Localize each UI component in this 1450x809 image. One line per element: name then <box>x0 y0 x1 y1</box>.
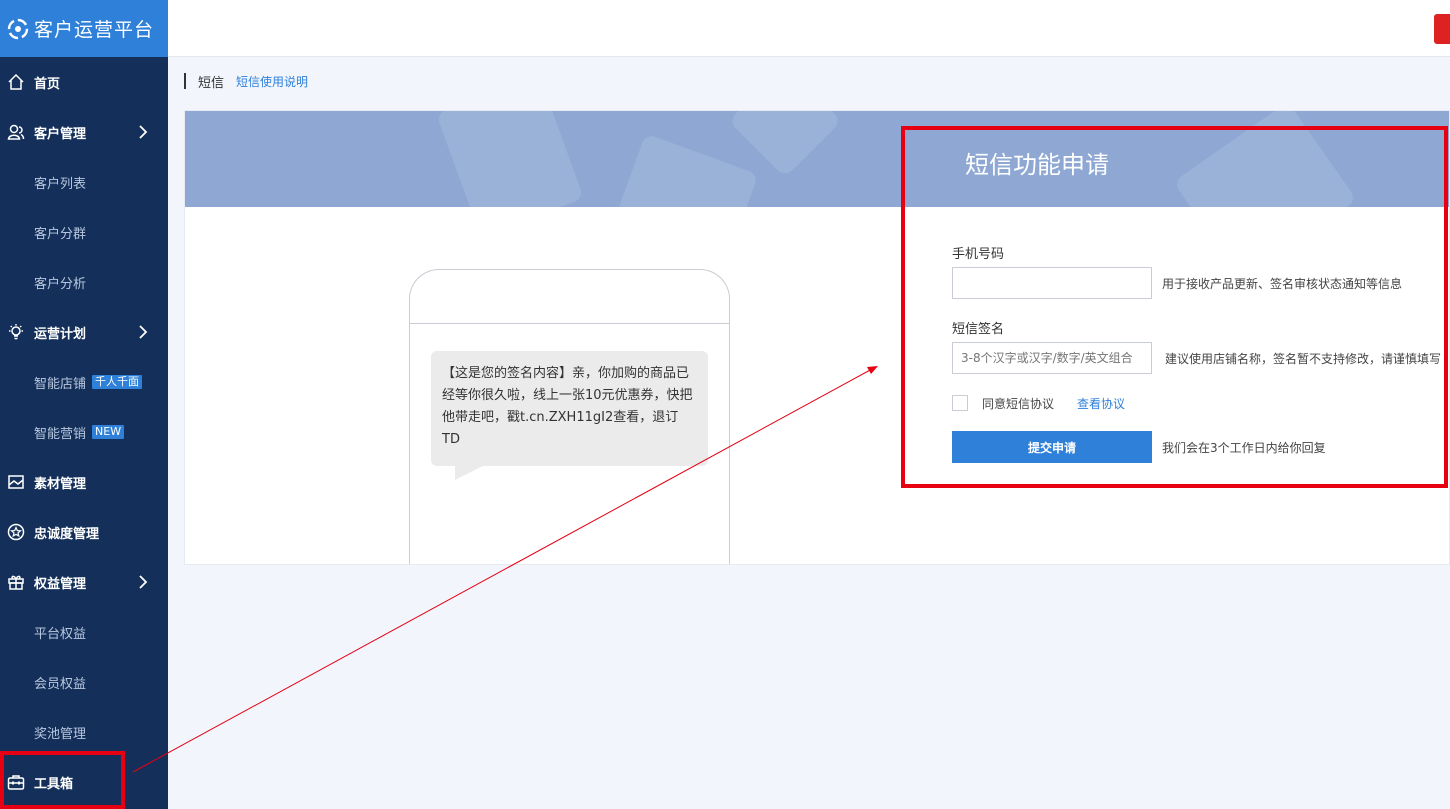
view-agreement-link[interactable]: 查看协议 <box>1077 395 1125 412</box>
sidebar-item-operation-plan[interactable]: 运营计划 <box>0 307 168 357</box>
sidebar-item-label: 首页 <box>34 76 61 92</box>
chevron-right-icon <box>139 575 148 589</box>
breadcrumb: 短信 短信使用说明 <box>184 72 308 91</box>
sms-application-card: 短信功能申请 【这是您的签名内容】亲，你加购的商品已经等你很久啦，线上一张10元… <box>184 110 1450 565</box>
sidebar-item-toolbox[interactable]: 工具箱 <box>0 757 168 807</box>
phone-number-input[interactable] <box>952 267 1152 299</box>
bubble-tail <box>455 465 485 480</box>
chevron-right-icon <box>139 125 148 139</box>
banner-title: 短信功能申请 <box>965 151 1109 179</box>
sidebar-item-label: 运营计划 <box>34 326 87 342</box>
sidebar-item-platform-benefits[interactable]: 平台权益 <box>0 607 168 657</box>
phone-number-hint: 用于接收产品更新、签名审核状态通知等信息 <box>1162 277 1403 291</box>
banner: 短信功能申请 <box>185 111 1449 207</box>
sidebar-item-label: 客户管理 <box>34 126 87 142</box>
logo-icon <box>7 18 29 39</box>
sidebar-item-label: 平台权益 <box>34 626 87 642</box>
sms-usage-guide-link[interactable]: 短信使用说明 <box>236 73 308 90</box>
top-header <box>168 0 1450 57</box>
home-icon <box>7 73 25 91</box>
chevron-right-icon <box>139 325 148 339</box>
sms-signature-hint: 建议使用店铺名称，签名暂不支持修改，请谨慎填写 <box>1165 352 1442 366</box>
app-logo[interactable]: 客户运营平台 <box>0 0 168 57</box>
sidebar-item-prize-pool[interactable]: 奖池管理 <box>0 707 168 757</box>
sms-signature-input[interactable] <box>952 342 1152 374</box>
sidebar-item-label: 忠诚度管理 <box>34 526 100 542</box>
star-icon <box>7 523 25 541</box>
sidebar-item-smart-store[interactable]: 智能店铺 千人千面 <box>0 357 168 407</box>
image-icon <box>7 473 25 491</box>
agree-checkbox[interactable] <box>952 395 968 411</box>
sidebar-item-label: 客户列表 <box>34 176 87 192</box>
badge-new: NEW <box>92 425 125 439</box>
sidebar-item-customer-list[interactable]: 客户列表 <box>0 157 168 207</box>
avatar[interactable] <box>1434 14 1450 44</box>
sidebar-item-customer-management[interactable]: 客户管理 <box>0 107 168 157</box>
sidebar-item-label: 客户分析 <box>34 276 87 292</box>
sidebar: 客户运营平台 首页 客户管理 客户列表 客户分群 客户分析 运营计划 智能店铺 … <box>0 0 168 809</box>
sidebar-item-member-benefits[interactable]: 会员权益 <box>0 657 168 707</box>
sidebar-item-label: 会员权益 <box>34 676 87 692</box>
gift-icon <box>7 573 25 591</box>
lightbulb-icon <box>7 323 25 341</box>
sidebar-item-customer-groups[interactable]: 客户分群 <box>0 207 168 257</box>
app-title: 客户运营平台 <box>34 19 155 41</box>
sidebar-item-home[interactable]: 首页 <box>0 57 168 107</box>
toolbox-icon <box>7 773 25 791</box>
sidebar-item-smart-marketing[interactable]: 智能营销 NEW <box>0 407 168 457</box>
sms-signature-label: 短信签名 <box>952 322 1005 337</box>
sidebar-item-label: 工具箱 <box>34 776 74 792</box>
users-icon <box>7 123 25 141</box>
sidebar-item-benefits-management[interactable]: 权益管理 <box>0 557 168 607</box>
sidebar-item-customer-analysis[interactable]: 客户分析 <box>0 257 168 307</box>
phone-divider <box>410 323 729 324</box>
agree-label: 同意短信协议 <box>982 397 1055 411</box>
badge-personalized: 千人千面 <box>92 375 143 389</box>
phone-number-label: 手机号码 <box>952 247 1005 262</box>
sidebar-item-label: 素材管理 <box>34 476 87 492</box>
sidebar-item-label: 权益管理 <box>34 576 87 592</box>
phone-preview: 【这是您的签名内容】亲，你加购的商品已经等你很久啦，线上一张10元优惠券，快把他… <box>409 269 730 564</box>
sidebar-item-label: 智能店铺 <box>34 376 87 392</box>
breadcrumb-divider <box>184 73 186 89</box>
page-title: 短信 <box>198 75 225 91</box>
sms-preview-bubble: 【这是您的签名内容】亲，你加购的商品已经等你很久啦，线上一张10元优惠券，快把他… <box>431 351 708 466</box>
submit-application-button[interactable]: 提交申请 <box>952 431 1152 463</box>
sidebar-item-loyalty-management[interactable]: 忠诚度管理 <box>0 507 168 557</box>
submit-hint: 我们会在3个工作日内给你回复 <box>1162 441 1326 455</box>
sidebar-item-label: 奖池管理 <box>34 726 87 742</box>
sidebar-item-label: 客户分群 <box>34 226 87 242</box>
sidebar-item-label: 智能营销 <box>34 426 87 442</box>
sidebar-item-material-management[interactable]: 素材管理 <box>0 457 168 507</box>
